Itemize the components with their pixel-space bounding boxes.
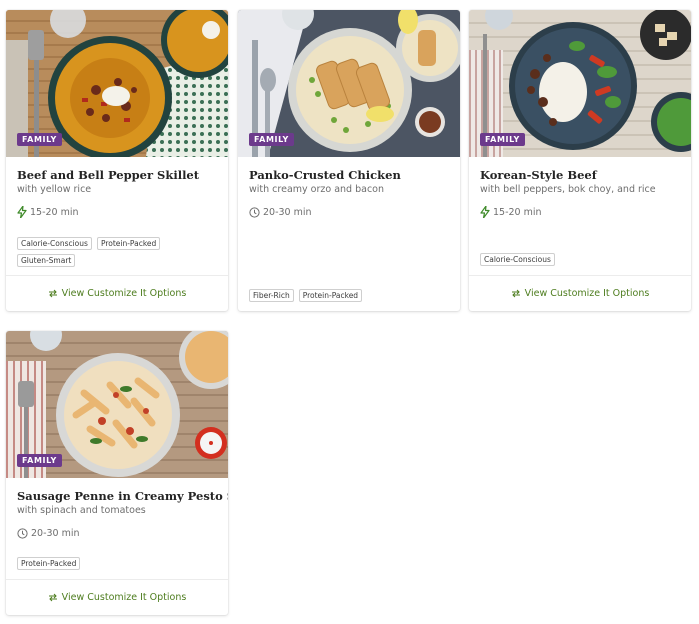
clock-icon — [249, 206, 260, 218]
customize-options-button[interactable]: View Customize It Options — [6, 579, 228, 615]
tag: Gluten-Smart — [17, 254, 76, 267]
swap-arrows-icon — [511, 289, 520, 298]
recipe-grid: FAMILY Beef and Bell Pepper Skillet with… — [0, 0, 699, 624]
recipe-card[interactable]: FAMILY Sausage Penne in Creamy Pesto Sau… — [6, 331, 228, 615]
family-badge: FAMILY — [17, 133, 62, 146]
recipe-card[interactable]: FAMILY Panko-Crusted Chicken with creamy… — [238, 10, 460, 311]
tag: Calorie-Conscious — [17, 237, 92, 250]
family-badge: FAMILY — [480, 133, 525, 146]
recipe-title[interactable]: Beef and Bell Pepper Skillet — [17, 168, 217, 183]
recipe-subtitle: with yellow rice — [17, 184, 92, 195]
customize-options-label: View Customize It Options — [524, 288, 650, 299]
tag: Calorie-Conscious — [480, 253, 555, 266]
tag-list: Fiber-Rich Protein-Packed — [249, 289, 449, 302]
recipe-subtitle: with bell peppers, bok choy, and rice — [480, 184, 656, 195]
tag: Protein-Packed — [17, 557, 81, 570]
family-badge: FAMILY — [17, 454, 62, 467]
recipe-title[interactable]: Sausage Penne in Creamy Pesto Sauce — [17, 489, 228, 504]
customize-options-button[interactable]: View Customize It Options — [469, 275, 691, 311]
prep-time: 20-30 min — [17, 526, 217, 540]
prep-time-label: 20-30 min — [31, 527, 80, 539]
tag: Fiber-Rich — [249, 289, 294, 302]
recipe-photo[interactable]: FAMILY — [469, 10, 691, 157]
customize-options-button[interactable]: View Customize It Options — [6, 275, 228, 311]
clock-icon — [17, 527, 28, 539]
recipe-photo[interactable]: FAMILY — [6, 331, 228, 478]
recipe-photo[interactable]: FAMILY — [238, 10, 460, 157]
family-badge: FAMILY — [249, 133, 294, 146]
prep-time: 20-30 min — [249, 205, 449, 219]
recipe-card[interactable]: FAMILY Beef and Bell Pepper Skillet with… — [6, 10, 228, 311]
prep-time: 15-20 min — [17, 205, 217, 219]
recipe-subtitle: with spinach and tomatoes — [17, 505, 146, 516]
lightning-bolt-icon — [17, 206, 27, 218]
recipe-subtitle: with creamy orzo and bacon — [249, 184, 384, 195]
tag-list: Calorie-Conscious Protein-Packed Gluten-… — [17, 237, 217, 267]
swap-arrows-icon — [48, 593, 57, 602]
tag: Protein-Packed — [298, 289, 363, 302]
prep-time-label: 15-20 min — [493, 206, 542, 218]
swap-arrows-icon — [48, 289, 57, 298]
customize-options-label: View Customize It Options — [61, 592, 187, 603]
prep-time-label: 15-20 min — [30, 206, 79, 218]
customize-options-label: View Customize It Options — [61, 288, 187, 299]
recipe-photo[interactable]: FAMILY — [6, 10, 228, 157]
tag-list: Protein-Packed — [17, 557, 217, 570]
recipe-title[interactable]: Panko-Crusted Chicken — [249, 168, 449, 183]
recipe-title[interactable]: Korean-Style Beef — [480, 168, 680, 183]
tag: Protein-Packed — [96, 237, 161, 250]
lightning-bolt-icon — [480, 206, 490, 218]
recipe-card[interactable]: FAMILY Korean-Style Beef with bell peppe… — [469, 10, 691, 311]
prep-time-label: 20-30 min — [263, 206, 312, 218]
prep-time: 15-20 min — [480, 205, 680, 219]
tag-list: Calorie-Conscious — [480, 253, 680, 266]
